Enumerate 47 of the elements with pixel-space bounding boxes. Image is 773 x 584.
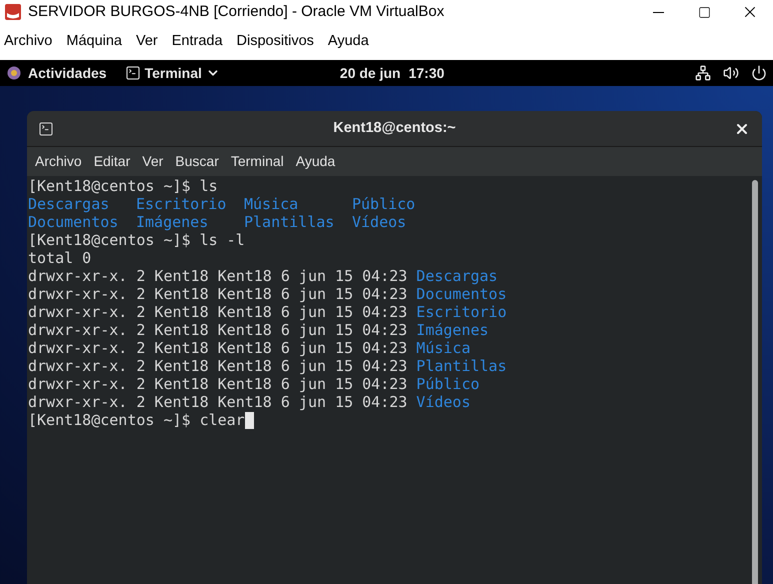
network-icon[interactable] — [695, 65, 711, 81]
listing-info: drwxr-xr-x. 2 Kent18 Kent18 6 jun 15 04:23 — [28, 356, 408, 377]
close-button[interactable] — [734, 121, 750, 137]
activities-icon — [6, 65, 22, 81]
menu-item[interactable]: Terminal — [230, 151, 284, 172]
menu-item[interactable]: Editar — [94, 151, 130, 172]
directory-name: Imágenes — [136, 212, 208, 231]
activities-button[interactable]: Actividades — [28, 62, 107, 84]
menu-item[interactable]: Ayuda — [328, 31, 369, 53]
close-icon — [734, 121, 750, 137]
window-title: SERVIDOR BURGOS-4NB [Corriendo] - Oracle VM VirtualBox — [28, 2, 444, 22]
terminal-icon — [124, 65, 141, 81]
listing-info: drwxr-xr-x. 2 Kent18 Kent18 6 jun 15 04:23 — [28, 374, 408, 395]
directory-name: Documentos — [28, 212, 118, 231]
listing-info: drwxr-xr-x. 2 Kent18 Kent18 6 jun 15 04:23 — [28, 320, 408, 341]
menu-item[interactable]: Ayuda — [296, 151, 336, 172]
command-text: ls — [200, 176, 218, 197]
command-text: ls -l — [200, 230, 245, 251]
maximize-icon — [698, 6, 710, 18]
directory-name: Vídeos — [352, 212, 406, 231]
directory-name: Descargas — [416, 266, 498, 287]
directory-name: Descargas — [28, 194, 110, 213]
listing-info: drwxr-xr-x. 2 Kent18 Kent18 6 jun 15 04:23 — [28, 284, 408, 305]
listing-info: drwxr-xr-x. 2 Kent18 Kent18 6 jun 15 04:23 — [28, 302, 408, 323]
directory-name: Música — [244, 194, 298, 213]
directory-name: Público — [352, 194, 416, 213]
directory-name: Plantillas — [244, 212, 334, 231]
menu-item[interactable]: Archivo — [4, 31, 52, 53]
date-text: 20 de jun — [340, 64, 401, 83]
menu-item[interactable]: Ver — [142, 151, 164, 172]
terminal-title: Kent18@centos:~ — [333, 118, 456, 138]
menu-item[interactable]: Archivo — [35, 151, 82, 172]
directory-name: Escritorio — [136, 194, 226, 213]
listing-info: drwxr-xr-x. 2 Kent18 Kent18 6 jun 15 04:23 — [28, 338, 408, 359]
volume-icon[interactable] — [723, 65, 739, 81]
menu-item[interactable]: Ver — [136, 31, 158, 53]
app-logo-icon — [4, 3, 22, 21]
prompt-text: [Kent18@centos ~]$ — [28, 176, 191, 197]
app-menu[interactable]: Terminal — [124, 62, 220, 84]
menu-item[interactable]: Entrada — [172, 31, 223, 53]
menu-item[interactable]: Dispositivos — [236, 31, 314, 53]
power-icon[interactable] — [751, 65, 767, 81]
terminal-icon — [38, 121, 54, 137]
time-text: 17:30 — [408, 64, 444, 82]
menu-item[interactable]: Buscar — [175, 151, 219, 172]
scrollbar-thumb[interactable] — [752, 180, 758, 584]
menu-item[interactable]: Máquina — [66, 31, 122, 53]
